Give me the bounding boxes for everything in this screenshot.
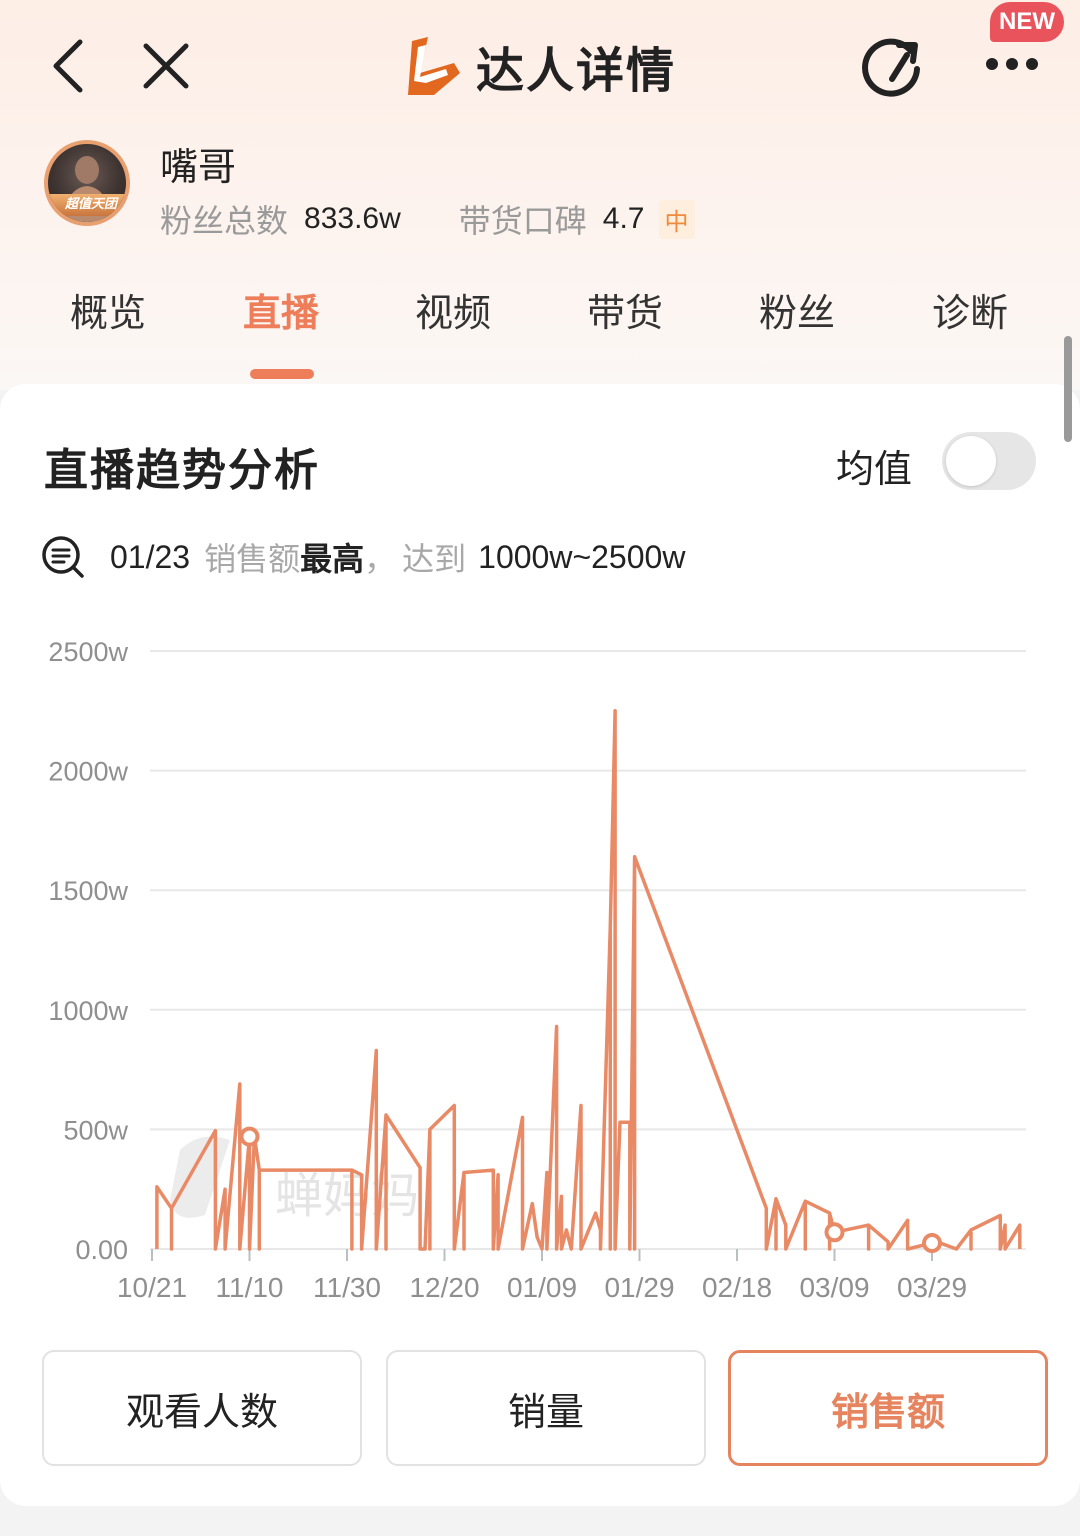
insight-metric: 销售额 (204, 540, 301, 578)
watermark: 蝉妈妈 (275, 1168, 419, 1224)
insight-comma: ， (364, 540, 397, 578)
y-tick-label: 500w (63, 1115, 128, 1145)
insight-highest: 最高 (300, 540, 365, 578)
active-tab-indicator (250, 369, 314, 379)
reputation-value: 4.7 (602, 202, 645, 235)
insight-search-icon (42, 536, 84, 578)
sales-trend-chart: 蝉妈妈 0.00 500w 1000w 1500w 2000w 2500w 10/21 11/1… (0, 620, 1080, 1320)
avatar-badge: 超值天团 (48, 194, 126, 216)
x-tick-label: 12/20 (409, 1272, 479, 1303)
metric-button-volume[interactable]: 销量 (386, 1350, 706, 1466)
tab-bar: 概览 直播 视频 带货 粉丝 诊断 (0, 276, 1080, 379)
x-tick-label: 01/09 (507, 1272, 577, 1303)
tab-goods[interactable]: 带货 (587, 282, 663, 337)
y-tick-label: 0.00 (75, 1235, 128, 1265)
reputation-label: 带货口碑 (458, 202, 587, 240)
toggle-knob (946, 436, 996, 486)
metric-button-viewers[interactable]: 观看人数 (42, 1350, 362, 1466)
average-label: 均值 (836, 447, 913, 491)
tab-fans[interactable]: 粉丝 (759, 282, 835, 337)
y-tick-label: 1500w (48, 876, 128, 906)
tab-live[interactable]: 直播 (243, 282, 319, 337)
refresh-button[interactable] (856, 30, 928, 102)
x-tick-label: 02/18 (702, 1272, 772, 1303)
y-tick-label: 1000w (48, 996, 128, 1026)
x-tick-label: 03/29 (897, 1272, 967, 1303)
y-tick-label: 2500w (48, 637, 128, 667)
data-point-marker (824, 1222, 845, 1243)
chart-svg: 蝉妈妈 0.00 500w 1000w 1500w 2000w 2500w 10/21 11/1… (48, 637, 1026, 1303)
x-tick-label: 11/10 (216, 1272, 284, 1303)
metric-button-sales[interactable]: 销售额 (728, 1350, 1048, 1466)
close-button[interactable] (136, 36, 196, 96)
fans-label: 粉丝总数 (160, 202, 289, 240)
x-tick-label: 10/21 (117, 1272, 187, 1303)
creator-name: 嘴哥 (160, 145, 237, 189)
new-badge: NEW (990, 2, 1064, 42)
more-button[interactable] (980, 44, 1044, 84)
tab-diagnosis[interactable]: 诊断 (932, 282, 1008, 337)
tab-overview[interactable]: 概览 (70, 282, 146, 337)
average-toggle[interactable] (942, 432, 1036, 490)
tab-video[interactable]: 视频 (415, 282, 491, 337)
scrollbar[interactable] (1064, 336, 1072, 442)
more-icon (986, 58, 1038, 70)
navbar: 达人详情 NEW (0, 0, 1080, 130)
y-tick-label: 2000w (48, 757, 128, 787)
page-title-group: 达人详情 (398, 30, 676, 102)
insight-date: 01/23 (110, 538, 191, 575)
data-point-marker (922, 1233, 942, 1254)
metric-selector: 观看人数 销量 销售额 (42, 1350, 1048, 1466)
avatar[interactable]: 超值天团 (44, 140, 130, 226)
insight-reach: 达到 (402, 540, 467, 578)
chevron-left-icon (53, 39, 83, 93)
reputation-grade-badge: 中 (658, 199, 695, 239)
x-tick-label: 03/09 (799, 1272, 869, 1303)
close-icon (143, 43, 189, 89)
insight-range: 1000w~2500w (478, 538, 686, 575)
creator-stats: 粉丝总数 833.6w 带货口碑 4.7 中 (160, 196, 695, 242)
section-title: 直播趋势分析 (44, 445, 320, 496)
x-tick-label: 01/29 (604, 1272, 674, 1303)
insight-line: 01/23 销售额 最高 ， 达到 1000w~2500w (40, 534, 685, 580)
refresh-icon (862, 38, 920, 97)
fans-value: 833.6w (304, 202, 401, 235)
page-title: 达人详情 (476, 43, 677, 99)
data-point-marker (239, 1126, 260, 1147)
back-button[interactable] (40, 34, 96, 98)
app-logo-icon (408, 37, 460, 95)
x-tick-label: 11/30 (313, 1272, 381, 1303)
